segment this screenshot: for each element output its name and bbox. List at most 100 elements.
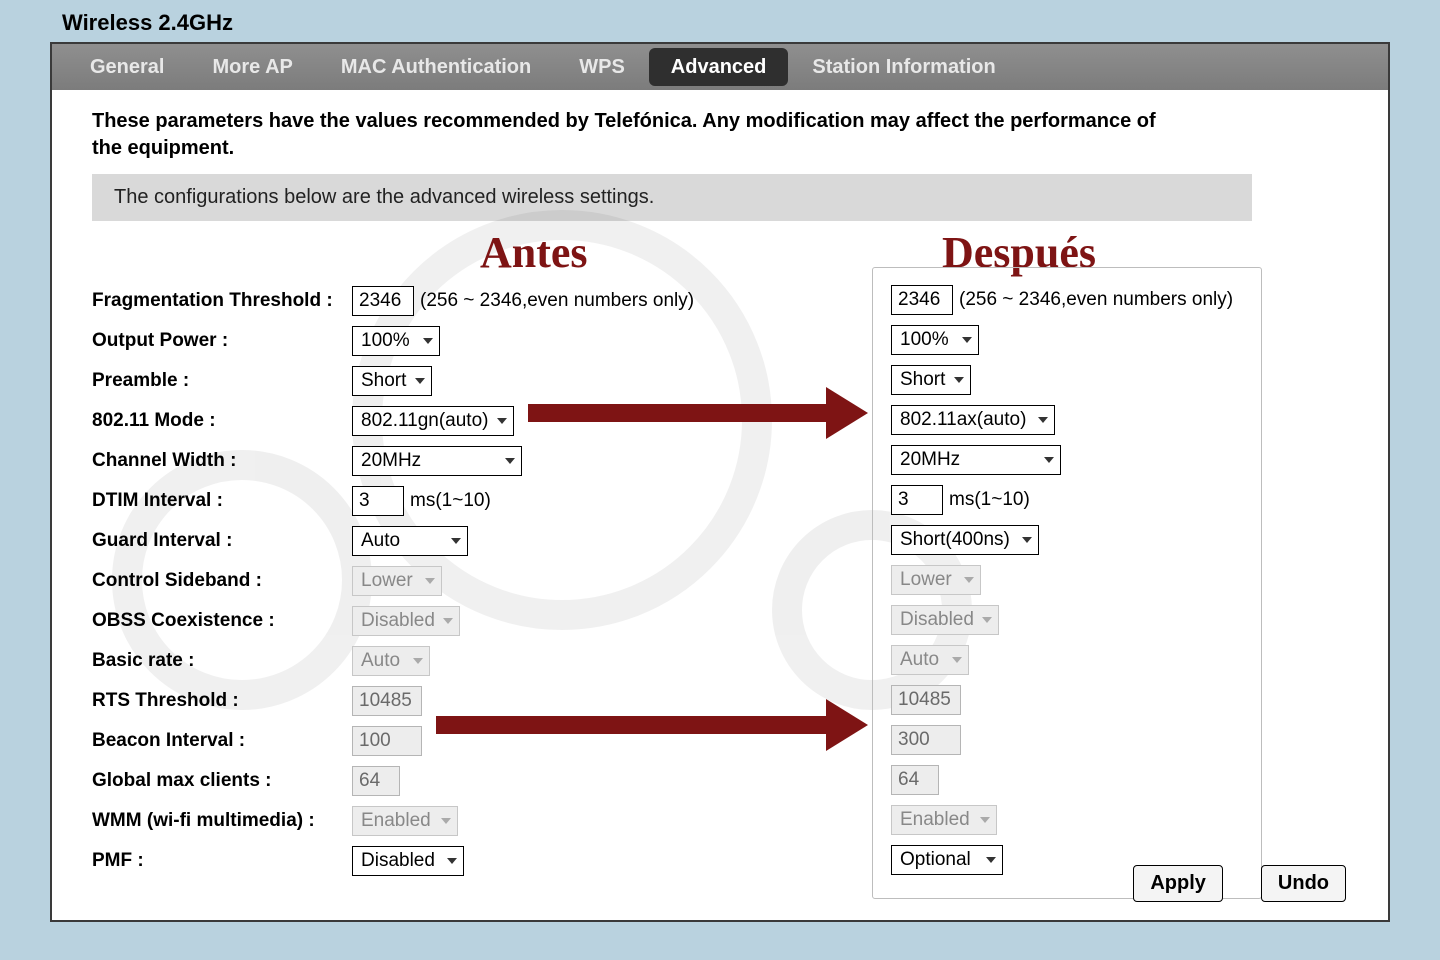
after-sideband-select: Lower [891, 565, 981, 595]
tab-more-ap[interactable]: More AP [188, 44, 316, 90]
chevron-down-icon [986, 857, 996, 863]
chevron-down-icon [952, 657, 962, 663]
tab-station-info[interactable]: Station Information [788, 44, 1019, 90]
after-chwidth-select[interactable]: 20MHz [891, 445, 1061, 475]
before-rts-input [352, 686, 422, 716]
before-mode-value: 802.11gn(auto) [361, 410, 488, 432]
chevron-down-icon [1044, 457, 1054, 463]
label-sideband: Control Sideband : [92, 561, 352, 601]
before-beacon-input [352, 726, 422, 756]
after-obss-select: Disabled [891, 605, 999, 635]
after-dtim-input[interactable] [891, 485, 943, 515]
after-maxclients-input [891, 765, 939, 795]
after-guard-select[interactable]: Short(400ns) [891, 525, 1039, 555]
after-preamble-value: Short [900, 369, 945, 391]
tab-bar: General More AP MAC Authentication WPS A… [52, 44, 1388, 90]
chevron-down-icon [413, 658, 423, 664]
before-frag-input[interactable] [352, 286, 414, 316]
label-mode: 802.11 Mode : [92, 401, 352, 441]
tab-advanced[interactable]: Advanced [649, 48, 789, 86]
dtim-hint-after: ms(1~10) [949, 489, 1030, 511]
before-dtim-input[interactable] [352, 486, 404, 516]
label-obss: OBSS Coexistence : [92, 601, 352, 641]
after-power-select[interactable]: 100% [891, 325, 979, 355]
after-sideband-value: Lower [900, 569, 952, 591]
after-guard-value: Short(400ns) [900, 529, 1010, 551]
tab-mac-auth[interactable]: MAC Authentication [317, 44, 555, 90]
after-beacon-input [891, 725, 961, 755]
chevron-down-icon [980, 817, 990, 823]
before-guard-select[interactable]: Auto [352, 526, 468, 556]
before-obss-select: Disabled [352, 606, 460, 636]
after-basicrate-value: Auto [900, 649, 939, 671]
before-pmf-value: Disabled [361, 850, 435, 872]
frag-hint: (256 ~ 2346,even numbers only) [420, 290, 694, 312]
label-beacon: Beacon Interval : [92, 721, 352, 761]
after-pmf-select[interactable]: Optional [891, 845, 1003, 875]
dtim-hint: ms(1~10) [410, 490, 491, 512]
before-wmm-value: Enabled [361, 810, 431, 832]
before-guard-value: Auto [361, 530, 400, 552]
after-mode-select[interactable]: 802.11ax(auto) [891, 405, 1055, 435]
label-frag: Fragmentation Threshold : [92, 281, 352, 321]
tab-wps[interactable]: WPS [555, 44, 649, 90]
before-sideband-select: Lower [352, 566, 442, 596]
chevron-down-icon [423, 338, 433, 344]
chevron-down-icon [497, 418, 507, 424]
before-basicrate-value: Auto [361, 650, 400, 672]
chevron-down-icon [425, 578, 435, 584]
after-mode-value: 802.11ax(auto) [900, 409, 1026, 431]
after-obss-value: Disabled [900, 609, 974, 631]
chevron-down-icon [1022, 537, 1032, 543]
after-frag-input[interactable] [891, 285, 953, 315]
chevron-down-icon [415, 378, 425, 384]
chevron-down-icon [1038, 417, 1048, 423]
before-basicrate-select: Auto [352, 646, 430, 676]
tab-general[interactable]: General [66, 44, 188, 90]
label-guard: Guard Interval : [92, 521, 352, 561]
chevron-down-icon [447, 858, 457, 864]
chevron-down-icon [954, 377, 964, 383]
after-chwidth-value: 20MHz [900, 449, 960, 471]
chevron-down-icon [451, 538, 461, 544]
label-preamble: Preamble : [92, 361, 352, 401]
after-pmf-value: Optional [900, 849, 971, 871]
before-pmf-select[interactable]: Disabled [352, 846, 464, 876]
label-dtim: DTIM Interval : [92, 481, 352, 521]
label-maxclients: Global max clients : [92, 761, 352, 801]
after-power-value: 100% [900, 329, 949, 351]
after-basicrate-select: Auto [891, 645, 969, 675]
page-title: Wireless 2.4GHz [50, 0, 1390, 42]
undo-button[interactable]: Undo [1261, 865, 1346, 902]
warning-text: These parameters have the values recomme… [92, 108, 1172, 162]
frag-hint-after: (256 ~ 2346,even numbers only) [959, 289, 1233, 311]
label-pmf: PMF : [92, 841, 352, 881]
label-basicrate: Basic rate : [92, 641, 352, 681]
label-chwidth: Channel Width : [92, 441, 352, 481]
chevron-down-icon [441, 818, 451, 824]
label-rts: RTS Threshold : [92, 681, 352, 721]
before-chwidth-value: 20MHz [361, 450, 421, 472]
chevron-down-icon [505, 458, 515, 464]
before-preamble-value: Short [361, 370, 406, 392]
labels-column: Fragmentation Threshold : Output Power :… [92, 231, 352, 881]
chevron-down-icon [443, 618, 453, 624]
before-wmm-select: Enabled [352, 806, 458, 836]
after-preamble-select[interactable]: Short [891, 365, 971, 395]
before-preamble-select[interactable]: Short [352, 366, 432, 396]
before-column: (256 ~ 2346,even numbers only) 100% Shor… [352, 231, 872, 881]
settings-panel: General More AP MAC Authentication WPS A… [50, 42, 1390, 922]
before-chwidth-select[interactable]: 20MHz [352, 446, 522, 476]
before-maxclients-input [352, 766, 400, 796]
label-wmm: WMM (wi-fi multimedia) : [92, 801, 352, 841]
chevron-down-icon [964, 577, 974, 583]
before-power-select[interactable]: 100% [352, 326, 440, 356]
info-strip: The configurations below are the advance… [92, 174, 1252, 221]
label-power: Output Power : [92, 321, 352, 361]
action-buttons: Apply Undo [1133, 865, 1346, 902]
before-power-value: 100% [361, 330, 410, 352]
after-rts-input [891, 685, 961, 715]
apply-button[interactable]: Apply [1133, 865, 1223, 902]
after-wmm-value: Enabled [900, 809, 970, 831]
before-mode-select[interactable]: 802.11gn(auto) [352, 406, 514, 436]
